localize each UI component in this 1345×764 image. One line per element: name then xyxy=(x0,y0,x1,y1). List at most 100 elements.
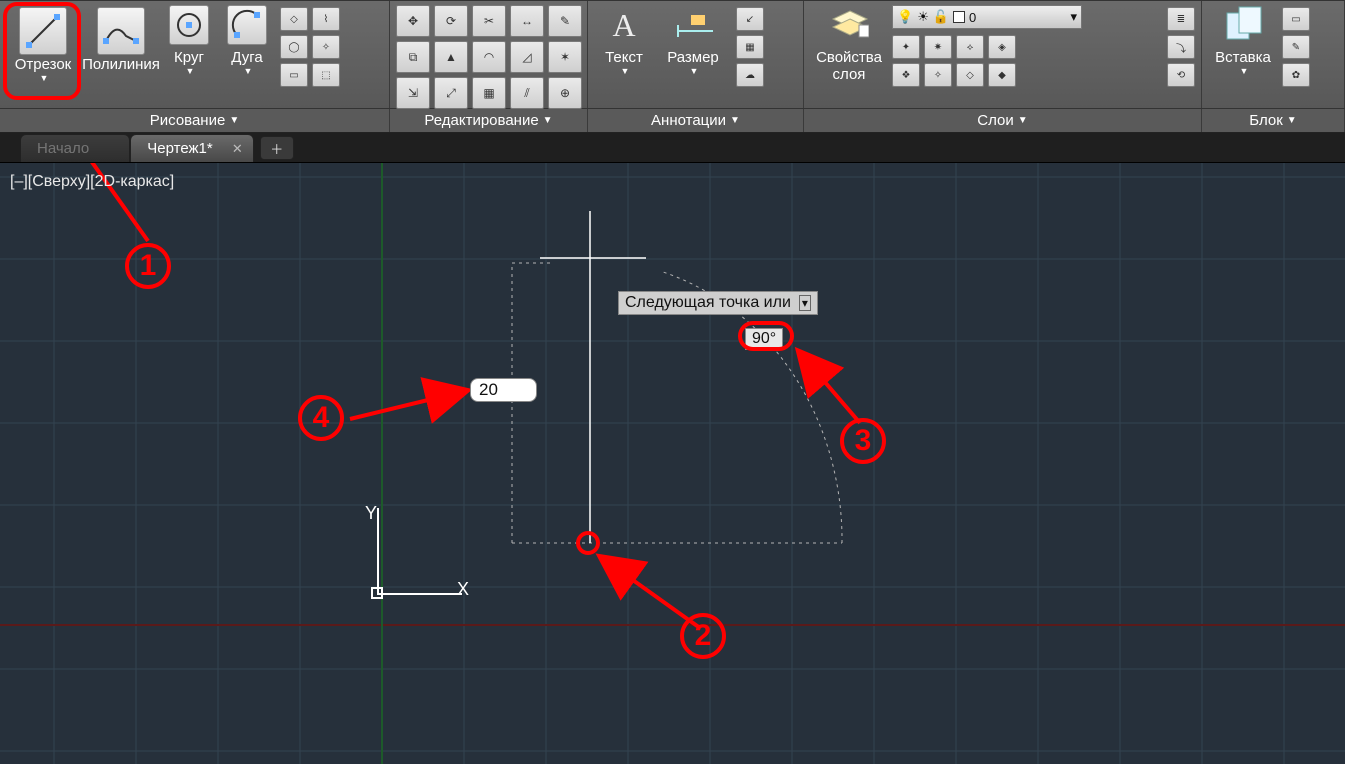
callout-1: 1 xyxy=(125,243,171,289)
panel-title-layers[interactable]: Слои▼ xyxy=(804,109,1202,132)
stretch-button[interactable]: ⇲ xyxy=(396,77,430,109)
panel-title-annot-text: Аннотации xyxy=(651,112,726,129)
layer-tool-7[interactable]: ◇ xyxy=(956,63,984,87)
layers-icon xyxy=(829,5,869,45)
panel-title-strip: Рисование▼ Редактирование▼ Аннотации▼ Сл… xyxy=(0,108,1345,132)
callout-4: 4 xyxy=(298,395,344,441)
offset-button[interactable]: ⫽ xyxy=(510,77,544,109)
draw-extra-1[interactable]: ◇ xyxy=(280,7,308,31)
mirror-button[interactable]: ▲ xyxy=(434,41,468,73)
layer-tool-6[interactable]: ✧ xyxy=(924,63,952,87)
layer-tools: ✦ ✷ ⟡ ◈ ❖ ✧ ◇ ◆ xyxy=(892,35,1082,89)
panel-title-draw[interactable]: Рисование▼ xyxy=(0,109,390,132)
arc-label: Дуга xyxy=(231,49,262,66)
draw-extra-6[interactable]: ⬚ xyxy=(312,63,340,87)
draw-extra-2[interactable]: ◯ xyxy=(280,35,308,59)
draw-extra-col2: ⌇ ✧ ⬚ xyxy=(312,5,340,87)
circle-button[interactable]: Круг ▼ xyxy=(162,5,216,76)
rotate-button[interactable]: ⟳ xyxy=(434,5,468,37)
panel-title-modify[interactable]: Редактирование▼ xyxy=(390,109,588,132)
layer-color-swatch xyxy=(953,11,965,23)
panel-layers: Свойства слоя 💡 ☀ 🔓 0 ▾ ✦ ✷ xyxy=(804,1,1202,108)
panel-title-modify-text: Редактирование xyxy=(424,112,538,129)
layer-tool-3[interactable]: ⟡ xyxy=(956,35,984,59)
dropdown-icon: ▾ xyxy=(1070,9,1077,25)
leader-button[interactable]: ↙ xyxy=(736,7,764,31)
polyline-label: Полилиния xyxy=(82,57,160,73)
lock-icon: 🔓 xyxy=(933,9,949,25)
tooltip-text: Следующая точка или xyxy=(625,294,791,312)
join-button[interactable]: ⊕ xyxy=(548,77,582,109)
new-tab-button[interactable]: ＋ xyxy=(260,136,294,160)
circle-label: Круг xyxy=(174,49,204,66)
layer-properties-button[interactable]: Свойства слоя xyxy=(810,5,888,83)
annot-col: ↙ ▦ ☁ xyxy=(736,5,764,87)
draw-extra-4[interactable]: ⌇ xyxy=(312,7,340,31)
text-button[interactable]: A Текст ▼ xyxy=(594,5,654,76)
annot-extra[interactable]: ☁ xyxy=(736,63,764,87)
dimension-button[interactable]: Размер ▼ xyxy=(658,5,728,76)
layer-tool-8[interactable]: ◆ xyxy=(988,63,1016,87)
chamfer-button[interactable]: ◿ xyxy=(510,41,544,73)
tab-drawing1[interactable]: Чертеж1* ✕ xyxy=(130,134,253,162)
layer-extra-2[interactable]: ⤵ xyxy=(1167,35,1195,59)
layer-props-label1: Свойства xyxy=(816,49,882,66)
copy-button[interactable]: ⧉ xyxy=(396,41,430,73)
close-icon[interactable]: ✕ xyxy=(232,141,243,157)
highlight-line-button xyxy=(3,2,81,100)
panel-block: Вставка ▼ ▭ ✎ ✿ xyxy=(1202,1,1345,108)
dropdown-icon: ▼ xyxy=(621,66,630,76)
array-button[interactable]: ▦ xyxy=(472,77,506,109)
layer-combo[interactable]: 💡 ☀ 🔓 0 ▾ xyxy=(892,5,1082,29)
block-attr[interactable]: ✿ xyxy=(1282,63,1310,87)
arc-button[interactable]: Дуга ▼ xyxy=(220,5,274,76)
tab-start[interactable]: Начало xyxy=(20,134,130,162)
sun-icon: ☀ xyxy=(917,9,929,25)
draw-extra-5[interactable]: ✧ xyxy=(312,35,340,59)
insert-button[interactable]: Вставка ▼ xyxy=(1208,5,1278,76)
dimension-icon xyxy=(673,5,713,45)
dropdown-icon: ▼ xyxy=(186,66,195,76)
tab-start-label: Начало xyxy=(37,140,89,157)
modify-grid: ✥ ⟳ ✂ ↔ ✎ ⧉ ▲ ◠ ◿ ✶ ⇲ ⤢ ▦ ⫽ ⊕ xyxy=(396,5,582,109)
canvas-overlay xyxy=(0,163,1345,764)
draw-extra-3[interactable]: ▭ xyxy=(280,63,308,87)
table-button[interactable]: ▦ xyxy=(736,35,764,59)
callout-2: 2 xyxy=(680,613,726,659)
viewport-label[interactable]: [–][Сверху][2D-каркас] xyxy=(10,173,174,191)
fillet-button[interactable]: ◠ xyxy=(472,41,506,73)
dropdown-icon[interactable]: ▾ xyxy=(799,295,811,311)
extend-button[interactable]: ↔ xyxy=(510,5,544,37)
move-button[interactable]: ✥ xyxy=(396,5,430,37)
length-input[interactable]: 20 xyxy=(470,378,537,402)
circle-icon xyxy=(169,5,209,45)
layer-extra-1[interactable]: ≣ xyxy=(1167,7,1195,31)
ucs-x-label: X xyxy=(457,579,469,600)
layer-tool-4[interactable]: ◈ xyxy=(988,35,1016,59)
dropdown-icon: ▼ xyxy=(690,66,699,76)
block-create[interactable]: ▭ xyxy=(1282,7,1310,31)
explode-button[interactable]: ✶ xyxy=(548,41,582,73)
panel-title-annot[interactable]: Аннотации▼ xyxy=(588,109,804,132)
layers-extra: ≣ ⤵ ⟲ xyxy=(1167,5,1195,87)
polyline-button[interactable]: Полилиния xyxy=(84,5,158,75)
text-label: Текст xyxy=(605,49,643,66)
panel-title-block[interactable]: Блок▼ xyxy=(1202,109,1345,132)
trim-button[interactable]: ✂ xyxy=(472,5,506,37)
insert-icon xyxy=(1223,5,1263,45)
panel-title-layers-text: Слои xyxy=(977,112,1013,129)
layer-tool-5[interactable]: ❖ xyxy=(892,63,920,87)
drawing-canvas[interactable]: [–][Сверху][2D-каркас] Y X Следующая точ… xyxy=(0,163,1345,764)
scale-button[interactable]: ⤢ xyxy=(434,77,468,109)
panel-annotation: A Текст ▼ Размер ▼ ↙ ▦ ☁ xyxy=(588,1,804,108)
panel-title-draw-text: Рисование xyxy=(150,112,226,129)
erase-button[interactable]: ✎ xyxy=(548,5,582,37)
ring-angle xyxy=(738,321,794,351)
callout-3: 3 xyxy=(840,418,886,464)
block-edit[interactable]: ✎ xyxy=(1282,35,1310,59)
layer-tool-1[interactable]: ✦ xyxy=(892,35,920,59)
layer-extra-3[interactable]: ⟲ xyxy=(1167,63,1195,87)
layer-tool-2[interactable]: ✷ xyxy=(924,35,952,59)
dropdown-icon: ▼ xyxy=(1240,66,1249,76)
file-tabbar: Начало Чертеж1* ✕ ＋ xyxy=(0,133,1345,163)
